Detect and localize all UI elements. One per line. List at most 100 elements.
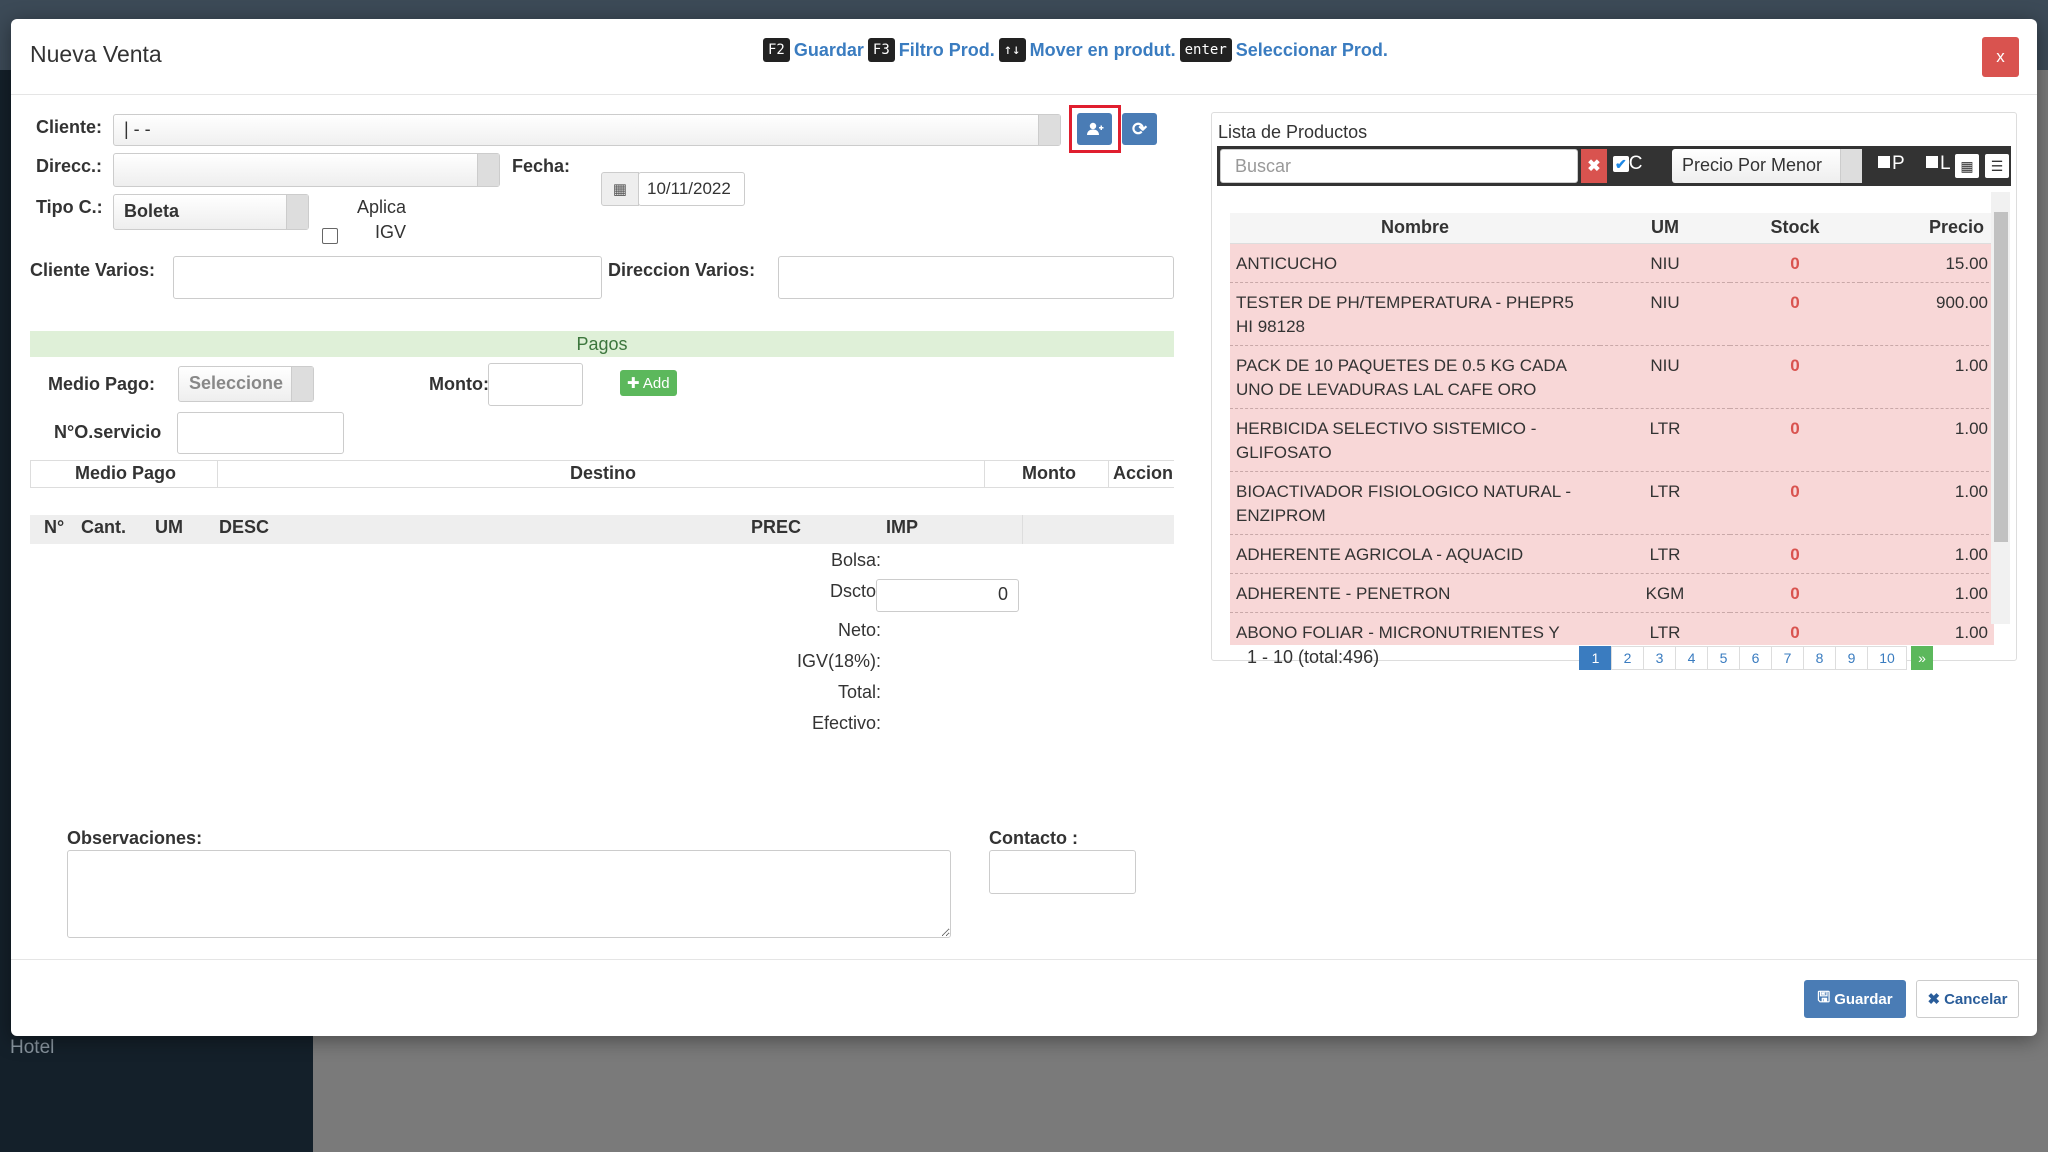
product-row[interactable]: HERBICIDA SELECTIVO SISTEMICO - GLIFOSAT… xyxy=(1230,408,1994,472)
items-col-num: N° xyxy=(44,517,65,537)
aplica-igv-checkbox[interactable] xyxy=(322,228,338,244)
product-row[interactable]: PACK DE 10 PAQUETES DE 0.5 KG CADA UNO D… xyxy=(1230,345,1994,409)
productos-table: Nombre UM Stock Precio ANTICUCHO NIU 0 15.0… xyxy=(1230,213,1994,645)
items-col-um: UM xyxy=(155,517,183,537)
product-row[interactable]: ABONO FOLIAR - MICRONUTRIENTES Y BOROLTR… xyxy=(1230,612,1994,645)
product-search-input[interactable]: Buscar xyxy=(1220,149,1578,183)
items-table-header: N° Cant. UM DESC PREC IMP xyxy=(30,515,1174,544)
items-col-prec: PREC xyxy=(751,517,802,537)
cliente-select-value: | - - xyxy=(124,119,151,139)
pagos-col-monto: Monto xyxy=(1022,463,1076,483)
product-name: ADHERENTE - PENETRON xyxy=(1230,573,1600,613)
direccion-varios-input[interactable] xyxy=(778,256,1174,299)
checkbox-icon xyxy=(1926,156,1938,168)
page-button[interactable]: 1 xyxy=(1579,646,1612,670)
pagos-col-destino: Destino xyxy=(570,463,637,483)
hotkeys-bar: F2 Guardar F3 Filtro Prod. ↑↓ Mover en p… xyxy=(763,38,1388,62)
total-label: Total: xyxy=(837,682,881,702)
medio-pago-select[interactable]: Seleccione xyxy=(178,366,314,402)
product-stock: 0 xyxy=(1730,282,1860,346)
product-price: 1.00 xyxy=(1860,612,1994,645)
chevron-down-icon xyxy=(291,367,313,401)
fecha-label: Fecha: xyxy=(512,156,571,176)
product-price: 1.00 xyxy=(1860,345,1994,409)
product-row[interactable]: ADHERENTE - PENETRON KGM 0 1.00 xyxy=(1230,573,1994,613)
product-stock: 0 xyxy=(1730,573,1860,613)
dscto-input[interactable]: 0 xyxy=(876,579,1019,612)
product-name: PACK DE 10 PAQUETES DE 0.5 KG CADA UNO D… xyxy=(1230,345,1600,409)
refresh-client-button[interactable]: ⟳ xyxy=(1122,113,1157,145)
productos-title: Lista de Productos xyxy=(1218,122,1368,142)
page-button[interactable]: 7 xyxy=(1771,646,1804,670)
prod-col-precio: Precio xyxy=(1860,213,1994,244)
medio-pago-label: Medio Pago: xyxy=(48,374,155,394)
tipo-select[interactable]: Boleta xyxy=(113,194,309,230)
oservicio-input[interactable] xyxy=(177,412,344,454)
fecha-input[interactable]: 10/11/2022 xyxy=(638,172,745,206)
check-c-toggle[interactable]: ✔ C xyxy=(1613,153,1642,175)
hotkey-arrows-label: Mover en produt. xyxy=(1029,39,1176,60)
product-stock: 0 xyxy=(1730,243,1860,283)
product-price: 1.00 xyxy=(1860,471,1994,535)
tipo-label: Tipo C.: xyxy=(36,197,103,217)
product-um: LTR xyxy=(1600,534,1730,574)
user-plus-icon xyxy=(1086,122,1103,135)
hotkey-f2-key: F2 xyxy=(763,38,790,62)
list-view-icon[interactable]: ☰ xyxy=(1985,154,2009,178)
prod-col-nombre: Nombre xyxy=(1230,213,1600,244)
monto-input[interactable] xyxy=(488,363,583,406)
product-row[interactable]: BIOACTIVADOR FISIOLOGICO NATURAL - ENZIP… xyxy=(1230,471,1994,535)
product-name: BIOACTIVADOR FISIOLOGICO NATURAL - ENZIP… xyxy=(1230,471,1600,535)
page-button[interactable]: 2 xyxy=(1611,646,1644,670)
hotkey-enter-key: enter xyxy=(1179,38,1232,62)
product-price: 900.00 xyxy=(1860,282,1994,346)
cancelar-label: Cancelar xyxy=(1944,990,2008,1008)
page-button[interactable]: 5 xyxy=(1707,646,1740,670)
product-um: NIU xyxy=(1600,345,1730,409)
product-um: KGM xyxy=(1600,573,1730,613)
scrollbar-thumb[interactable] xyxy=(1994,212,2008,542)
page-button[interactable]: 10 xyxy=(1867,646,1907,670)
guardar-button[interactable]: 🖫 Guardar xyxy=(1804,980,1906,1018)
observaciones-textarea[interactable] xyxy=(67,850,951,938)
close-button[interactable]: x xyxy=(1982,37,2019,77)
direcc-select[interactable] xyxy=(113,153,500,187)
igv-total-label: IGV(18%): xyxy=(796,651,881,671)
price-mode-select[interactable]: Precio Por Menor xyxy=(1672,149,1862,183)
productos-scrollbar[interactable] xyxy=(1991,192,2010,624)
product-price: 1.00 xyxy=(1860,534,1994,574)
product-row[interactable]: ADHERENTE AGRICOLA - AQUACID LTR 0 1.00 xyxy=(1230,534,1994,574)
items-col-desc: DESC xyxy=(219,517,270,537)
page-button[interactable]: 8 xyxy=(1803,646,1836,670)
add-client-button[interactable] xyxy=(1077,113,1112,145)
cliente-varios-input[interactable] xyxy=(173,256,602,299)
cliente-select[interactable]: | - - xyxy=(113,114,1061,146)
add-payment-label: Add xyxy=(642,375,670,392)
page-button[interactable]: 6 xyxy=(1739,646,1772,670)
chevron-down-icon xyxy=(1038,115,1060,145)
calendar-icon[interactable]: ▦ xyxy=(601,172,639,206)
page-button[interactable]: 4 xyxy=(1675,646,1708,670)
flag-p-label: P xyxy=(1892,153,1905,174)
check-icon: ✔ xyxy=(1613,156,1629,172)
chevron-down-icon xyxy=(1840,149,1862,183)
grid-view-icon[interactable]: ▦ xyxy=(1955,154,1979,178)
next-page-button[interactable]: » xyxy=(1911,646,1933,670)
cancelar-button[interactable]: ✖ Cancelar xyxy=(1916,980,2019,1018)
flag-l-toggle[interactable]: L xyxy=(1926,153,1951,175)
items-col-cant: Cant. xyxy=(81,517,126,537)
chevron-down-icon xyxy=(286,195,308,229)
page-button[interactable]: 3 xyxy=(1643,646,1676,670)
add-payment-button[interactable]: ✚ Add xyxy=(620,370,677,396)
page-button[interactable]: 9 xyxy=(1835,646,1868,670)
clear-search-button[interactable]: ✖ xyxy=(1581,149,1607,183)
product-name: TESTER DE PH/TEMPERATURA - PHEPR5 HI 981… xyxy=(1230,282,1600,346)
flag-p-toggle[interactable]: P xyxy=(1878,153,1905,175)
contacto-input[interactable] xyxy=(989,850,1136,894)
direccion-varios-label: Direccion Varios: xyxy=(608,260,756,280)
product-row[interactable]: ANTICUCHO NIU 0 15.00 xyxy=(1230,243,1994,283)
close-icon: ✖ xyxy=(1927,991,1941,1008)
modal-footer-divider xyxy=(11,959,2037,960)
efectivo-label: Efectivo: xyxy=(811,713,881,733)
product-row[interactable]: TESTER DE PH/TEMPERATURA - PHEPR5 HI 981… xyxy=(1230,282,1994,346)
